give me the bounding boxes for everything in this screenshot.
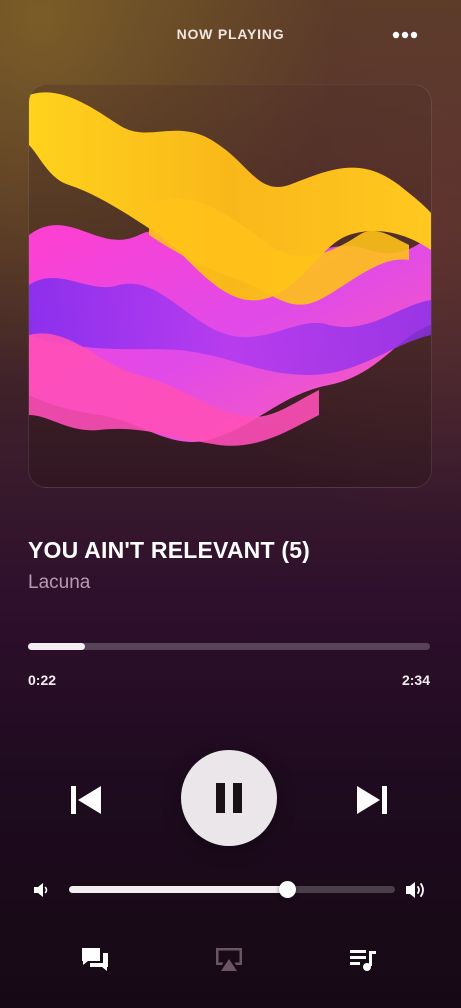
- album-artwork: [28, 84, 432, 488]
- song-title: YOU AIN'T RELEVANT (5): [28, 537, 311, 563]
- more-options-button[interactable]: [390, 24, 420, 46]
- volume-thumb[interactable]: [279, 881, 297, 898]
- ellipsis-icon: [392, 31, 418, 39]
- skip-forward-icon: [357, 786, 387, 814]
- speaker-low-icon: [34, 883, 48, 897]
- airplay-icon: [216, 948, 242, 971]
- volume-fill: [69, 886, 288, 893]
- queue-button[interactable]: [346, 944, 380, 976]
- next-track-button[interactable]: [348, 776, 396, 824]
- previous-track-button[interactable]: [62, 776, 110, 824]
- skip-back-icon: [71, 786, 101, 814]
- volume-max-button[interactable]: [404, 878, 428, 902]
- speaker-high-icon: [406, 882, 424, 898]
- artist-name[interactable]: Lacuna: [28, 572, 90, 594]
- volume-mute-button[interactable]: [31, 880, 51, 900]
- queue-icon: [350, 950, 376, 971]
- volume-slider[interactable]: [69, 881, 395, 898]
- progress-fill: [28, 643, 86, 650]
- progress-bar[interactable]: [28, 643, 430, 650]
- pause-icon: [216, 783, 242, 813]
- lyrics-button[interactable]: [78, 944, 112, 976]
- airplay-button[interactable]: [212, 944, 246, 976]
- elapsed-time: 0:22: [28, 672, 57, 688]
- lyrics-icon: [82, 948, 108, 971]
- play-pause-button[interactable]: [181, 750, 277, 846]
- total-time: 2:34: [401, 672, 430, 688]
